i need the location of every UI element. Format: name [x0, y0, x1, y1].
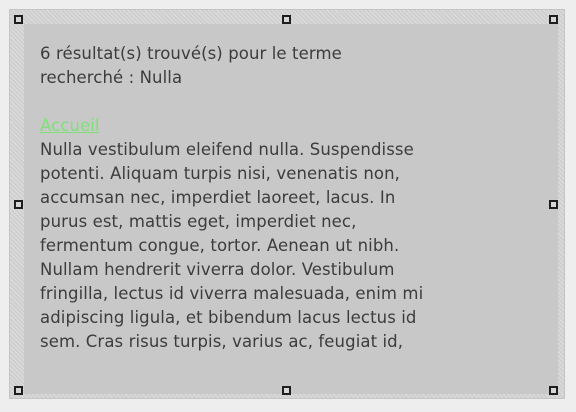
excerpt-line: accumsan nec, imperdiet laoreet, lacus. … — [40, 188, 396, 207]
resize-handle-middle-left[interactable] — [14, 200, 23, 209]
excerpt-line: purus est, mattis eget, imperdiet nec, — [40, 212, 357, 231]
results-summary-line-1: 6 résultat(s) trouvé(s) pour le terme — [40, 44, 342, 63]
home-link[interactable]: Accueil — [40, 116, 100, 135]
selection-frame[interactable]: 6 résultat(s) trouvé(s) pour le terme re… — [10, 10, 564, 398]
results-summary-line-2: recherché : Nulla — [40, 68, 183, 87]
resize-handle-top-left[interactable] — [14, 15, 23, 24]
excerpt-line: Nullam hendrerit viverra dolor. Vestibul… — [40, 260, 395, 279]
resize-handle-top-center[interactable] — [282, 15, 291, 24]
resize-handle-top-right[interactable] — [549, 15, 558, 24]
excerpt-line: fringilla, lectus id viverra malesuada, … — [40, 284, 424, 303]
excerpt-line: adipiscing ligula, et bibendum lacus lec… — [40, 308, 417, 327]
resize-handle-bottom-right[interactable] — [549, 386, 558, 395]
search-results-panel: 6 résultat(s) trouvé(s) pour le terme re… — [24, 24, 558, 394]
result-link-row: Accueil — [40, 114, 552, 138]
resize-handle-bottom-center[interactable] — [282, 386, 291, 395]
resize-handle-bottom-left[interactable] — [14, 386, 23, 395]
excerpt-line: potenti. Aliquam turpis nisi, venenatis … — [40, 164, 400, 183]
excerpt-line: sem. Cras risus turpis, varius ac, feugi… — [40, 332, 404, 351]
resize-handle-middle-right[interactable] — [549, 200, 558, 209]
results-text: 6 résultat(s) trouvé(s) pour le terme re… — [40, 42, 552, 354]
excerpt-line: Nulla vestibulum eleifend nulla. Suspend… — [40, 140, 414, 159]
excerpt-line: fermentum congue, tortor. Aenean ut nibh… — [40, 236, 400, 255]
